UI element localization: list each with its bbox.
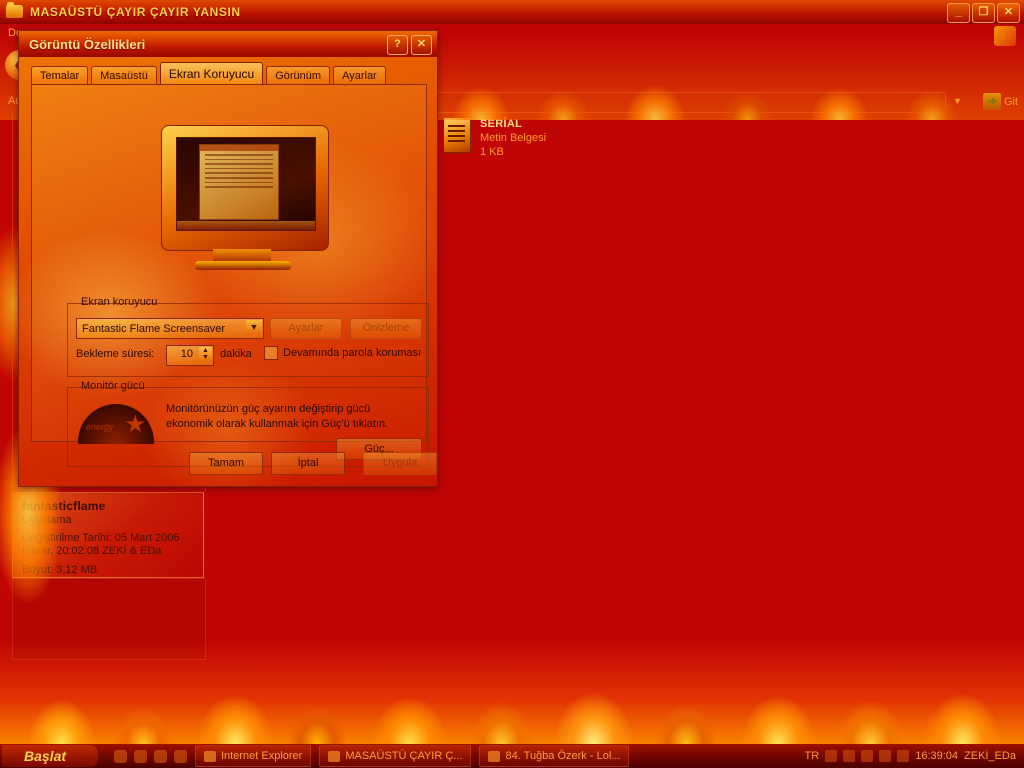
restore-button[interactable]: ❐ — [972, 3, 995, 23]
password-protect-label: Devamında parola koruması — [283, 347, 422, 359]
start-button[interactable]: Başlat — [2, 745, 98, 767]
apply-button[interactable]: Uygula — [363, 452, 437, 475]
explorer-lower-pane — [12, 578, 206, 660]
tray-icon[interactable] — [861, 750, 874, 762]
clock[interactable]: 16:39:04 — [915, 750, 958, 762]
taskbar-item-explorer-folder[interactable]: MASAÜSTÜ ÇAYIR Ç... — [319, 745, 472, 767]
details-pane: fantasticflame Uygulama Değiştirilme Tar… — [12, 492, 204, 578]
details-file-size: Boyut: 3,12 MB — [22, 564, 98, 576]
quick-launch-bar — [114, 749, 187, 763]
list-item[interactable]: SERİAL Metin Belgesi 1 KB — [443, 115, 593, 165]
tab-gorunum[interactable]: Görünüm — [266, 66, 331, 85]
ok-button[interactable]: Tamam — [189, 452, 263, 475]
dialog-footer: Tamam İptal Uygula — [19, 452, 437, 475]
taskbar-item-label: 84. Tuğba Özerk - Lol... — [505, 750, 621, 762]
file-type: Metin Belgesi — [480, 132, 547, 144]
stepper-arrows-icon[interactable]: ▲ ▼ — [199, 347, 212, 362]
go-arrow-icon: ➜ — [982, 93, 1001, 110]
tab-ekran-koruyucu[interactable]: Ekran Koruyucu — [159, 62, 264, 85]
wait-time-stepper[interactable]: 10 ▲ ▼ — [166, 345, 214, 366]
text-document-icon — [443, 117, 471, 153]
details-file-name: fantasticflame — [22, 499, 106, 513]
file-size: 1 KB — [480, 146, 504, 158]
explorer-title-bar: MASAÜSTÜ ÇAYIR ÇAYIR YANSIN _ ❐ ✕ — [0, 0, 1024, 24]
details-modified-date: Değiştirilme Tarihi: 05 Mart 2006 — [22, 532, 180, 544]
tab-masaustu[interactable]: Masaüstü — [91, 66, 157, 85]
minimize-button[interactable]: _ — [947, 3, 970, 23]
taskbar: Başlat Internet Explorer MASAÜSTÜ ÇAYIR … — [0, 744, 1024, 768]
details-file-type: Uygulama — [22, 514, 72, 526]
taskbar-item-label: MASAÜSTÜ ÇAYIR Ç... — [345, 750, 463, 762]
password-protect-checkbox[interactable] — [264, 346, 278, 360]
go-button[interactable]: ➜ Git — [982, 93, 1018, 110]
monitor-screen — [176, 137, 316, 231]
preview-mini-window — [199, 144, 279, 220]
dialog-close-button[interactable]: ✕ — [411, 35, 432, 55]
dialog-window-controls: ? ✕ — [387, 35, 432, 55]
folder-icon — [6, 2, 23, 18]
system-tray: TR 16:39:04 ZEKİ_EDa — [805, 750, 1024, 762]
taskbar-item-media-player[interactable]: 84. Tuğba Özerk - Lol... — [479, 745, 630, 767]
monitor-power-description: Monitörünüzün güç ayarını değiştirip güc… — [166, 403, 389, 430]
tray-icon[interactable] — [825, 750, 838, 762]
tab-ayarlar[interactable]: Ayarlar — [333, 66, 386, 85]
preview-mini-taskbar — [177, 221, 315, 230]
energy-star-icon: ★ energy — [78, 404, 154, 444]
explorer-window-title: MASAÜSTÜ ÇAYIR ÇAYIR YANSIN — [30, 5, 241, 19]
close-button[interactable]: ✕ — [997, 3, 1020, 23]
user-name: ZEKİ_EDa — [964, 750, 1016, 762]
screensaver-select[interactable]: Fantastic Flame Screensaver ▼ — [76, 318, 264, 339]
minutes-label: dakika — [220, 348, 252, 360]
help-button[interactable]: ? — [387, 35, 408, 55]
screensaver-selected-value: Fantastic Flame Screensaver — [82, 322, 226, 335]
tray-icon[interactable] — [897, 750, 910, 762]
monitor-power-group-label: Monitör gücü — [77, 380, 149, 392]
taskbar-item-internet-explorer[interactable]: Internet Explorer — [195, 745, 312, 767]
ie-icon — [204, 750, 216, 762]
file-name: SERİAL — [480, 118, 523, 130]
taskbar-item-label: Internet Explorer — [221, 750, 303, 762]
window-controls: _ ❐ ✕ — [947, 3, 1020, 23]
screensaver-group: Ekran koruyucu Fantastic Flame Screensav… — [67, 296, 429, 377]
language-indicator[interactable]: TR — [805, 750, 820, 762]
password-protect-checkbox-wrap[interactable]: Devamında parola koruması — [264, 346, 421, 360]
tray-icon[interactable] — [879, 750, 892, 762]
dialog-title-bar: Görüntü Özellikleri ? ✕ — [19, 31, 437, 57]
folder-icon — [328, 750, 341, 762]
dialog-title: Görüntü Özellikleri — [29, 36, 146, 52]
media-icon — [488, 750, 501, 762]
dialog-tabs: Temalar Masaüstü Ekran Koruyucu Görünüm … — [31, 62, 427, 85]
wait-time-label: Bekleme süresi: — [76, 348, 155, 360]
screensaver-settings-button[interactable]: Ayarlar — [270, 318, 342, 339]
display-properties-dialog: Görüntü Özellikleri ? ✕ Temalar Masaüstü… — [18, 30, 438, 487]
media-icon[interactable] — [154, 749, 167, 763]
cancel-button[interactable]: İptal — [271, 452, 345, 475]
monitor-preview[interactable] — [155, 125, 333, 275]
wait-time-value: 10 — [180, 348, 193, 360]
chevron-down-icon[interactable]: ▼ — [246, 320, 262, 335]
screensaver-group-label: Ekran koruyucu — [77, 296, 162, 308]
energy-star-text: energy — [86, 422, 114, 432]
details-modified-time: Pazar, 20:02:08 ZEKİ & EDa — [22, 545, 162, 557]
star-icon: ★ — [124, 411, 146, 438]
tray-icon[interactable] — [843, 750, 856, 762]
windows-flag-icon — [994, 26, 1016, 46]
monitor-base — [195, 261, 291, 270]
chevron-down-icon[interactable]: ▼ — [949, 93, 966, 110]
tab-temalar[interactable]: Temalar — [31, 66, 89, 85]
show-desktop-icon[interactable] — [114, 749, 127, 763]
screensaver-preview-button[interactable]: Önizleme — [350, 318, 422, 339]
ie-icon[interactable] — [134, 749, 147, 763]
monitor-bezel-icon — [161, 125, 329, 251]
opera-icon[interactable] — [174, 749, 187, 763]
go-label: Git — [1003, 95, 1018, 108]
